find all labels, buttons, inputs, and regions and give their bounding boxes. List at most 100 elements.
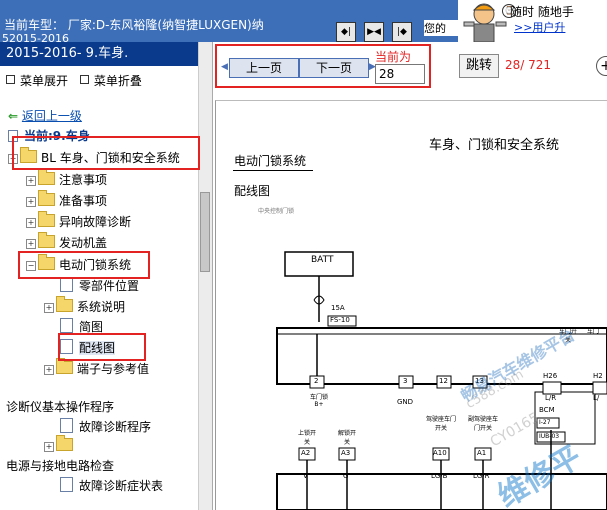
pin-label: 2: [314, 377, 319, 385]
highlight-box: [18, 251, 150, 279]
switch-label: 驾驶座车门开关: [425, 416, 456, 432]
back-link[interactable]: 返回上一级: [22, 109, 82, 123]
tree-item-scan-tool-procedure[interactable]: 诊断仪基本操作程序: [6, 397, 114, 417]
expand-toggle-icon[interactable]: +: [44, 365, 54, 375]
ad-line-1: 随时 随地手: [510, 5, 574, 19]
h-pin-label: H2: [593, 372, 603, 380]
tree-item-label: 零部件位置: [79, 279, 140, 293]
bcm-label: BCM: [539, 406, 555, 414]
document-icon: [60, 277, 73, 292]
bottom-pin-label: A1: [477, 449, 487, 457]
section-underline: [233, 170, 313, 171]
expand-toggle-icon[interactable]: +: [26, 197, 36, 207]
folder-icon: [38, 190, 55, 206]
page-nav-box: ◀ 上一页 下一页 ▶ 当前为: [215, 44, 431, 88]
highlight-box: [12, 136, 200, 170]
tree-scrollbar-thumb[interactable]: [200, 192, 210, 272]
tree-item-component-location[interactable]: 零部件位置: [60, 276, 139, 296]
wire-color: V: [303, 472, 308, 480]
h-pin-color: L/: [593, 394, 600, 402]
tree-item-label: 故障诊断程序: [79, 420, 152, 434]
wire-color: G: [343, 472, 349, 480]
tree-title: 2015-2016- 9.车身.: [0, 42, 198, 66]
tree-item-precautions[interactable]: + 注意事项: [26, 169, 108, 190]
document-icon: [60, 318, 73, 333]
switch-label: 解锁开关: [337, 430, 356, 446]
folder-icon: [38, 169, 55, 185]
batt-label: BATT: [311, 255, 334, 265]
toolbar-middle-icon[interactable]: ▶◀: [364, 22, 384, 42]
expand-toggle-icon[interactable]: +: [26, 176, 36, 186]
bottom-pin-label: A2: [301, 449, 311, 457]
prev-page-button[interactable]: 上一页: [229, 58, 299, 78]
tree-item-label: 异响故障诊断: [59, 215, 132, 229]
content-pane: ◀ 上一页 下一页 ▶ 当前为 跳转 28/ 721 + 车身、门锁和安全系统 …: [213, 42, 607, 510]
pin-label: 12: [439, 377, 448, 385]
tree-item-folder-unnamed[interactable]: +: [44, 435, 77, 456]
tree-item-label: 准备事项: [59, 194, 108, 208]
tree-item-preparation[interactable]: + 准备事项: [26, 190, 108, 211]
back-link-row[interactable]: ⇐ 返回上一级: [8, 106, 82, 126]
section-title: 电动门锁系统: [234, 154, 307, 168]
current-page-label: 当前为: [375, 50, 412, 64]
tree-item-label: 发动机盖: [59, 236, 108, 250]
tree-item-terminals[interactable]: + 端子与参考值: [44, 358, 150, 379]
diagram-note: 中央控制门锁: [258, 208, 295, 215]
tree-item-label: 诊断仪基本操作程序: [6, 400, 115, 414]
bottom-pin-label: A10: [433, 449, 447, 457]
folder-icon: [56, 296, 73, 312]
wire-color: LG/B: [431, 472, 448, 480]
document-icon: [60, 477, 73, 492]
ad-upgrade-link[interactable]: >>用户升: [514, 19, 565, 35]
top-banner: 当前车型： 厂家:D-东风裕隆(纳智捷LUXGEN)纳 52015-2016 ◆…: [0, 0, 607, 42]
vehicle-line: 当前车型： 厂家:D-东风裕隆(纳智捷LUXGEN)纳: [4, 18, 264, 32]
folder-icon: [56, 435, 73, 451]
wire-color: LG/R: [473, 472, 490, 480]
tree-pane: 2015-2016- 9.车身. 菜单展开 菜单折叠 ⇐ 返回上一级 当前:9.…: [0, 42, 213, 510]
highlight-box: [58, 333, 146, 361]
tree-item-label: 注意事项: [59, 173, 108, 187]
side-label: 车门: [587, 328, 600, 335]
subsection-title: 配线图: [234, 184, 271, 198]
zoom-in-icon[interactable]: +: [596, 56, 607, 76]
next-page-button[interactable]: 下一页: [299, 58, 369, 78]
tree-item-noise-diagnosis[interactable]: + 异响故障诊断: [26, 211, 132, 232]
jump-button[interactable]: 跳转: [459, 54, 499, 78]
tree-item-system-description[interactable]: + 系统说明: [44, 296, 126, 317]
expand-square-icon: [6, 75, 15, 84]
page-count: 28/ 721: [505, 58, 552, 72]
expand-toggle-icon[interactable]: +: [44, 442, 54, 452]
toolbar-first-icon[interactable]: ◆|: [336, 22, 356, 42]
tree-item-symptom-table[interactable]: 故障诊断症状表: [60, 476, 163, 496]
pin-function-label: 车门锁 B+: [309, 394, 328, 408]
menu-expand-link[interactable]: 菜单展开: [20, 74, 68, 88]
switch-label: 副驾驶座车门开关: [467, 416, 498, 432]
switch-label: 上锁开关: [297, 430, 316, 446]
folder-icon: [38, 211, 55, 227]
expand-toggle-icon[interactable]: +: [26, 218, 36, 228]
menu-collapse-link[interactable]: 菜单折叠: [94, 74, 142, 88]
fuse-rating: 15A: [331, 304, 345, 312]
tree-scrollbar[interactable]: [198, 42, 212, 510]
toolbar-last-icon[interactable]: |◆: [392, 22, 412, 42]
pin-function-label: GND: [397, 398, 414, 406]
fuse-id: FS-10: [330, 316, 350, 324]
tree-item-fault-diagnosis-procedure[interactable]: 故障诊断程序: [60, 417, 151, 437]
menu-row: 菜单展开 菜单折叠: [6, 72, 142, 89]
h-pin-color: L/R: [545, 394, 557, 402]
expand-toggle-icon[interactable]: +: [44, 303, 54, 313]
folder-icon: [38, 232, 55, 248]
folder-icon: [56, 358, 73, 374]
h-pin-label: H26: [543, 372, 558, 380]
bottom-pin-label: A3: [341, 449, 351, 457]
pin-label: 3: [403, 377, 408, 385]
tree-item-label: 简图: [79, 320, 104, 334]
tree-item-hood[interactable]: + 发动机盖: [26, 232, 108, 253]
expand-toggle-icon[interactable]: +: [26, 239, 36, 249]
tree-item-label: 系统说明: [77, 300, 126, 314]
tree-item-label: 端子与参考值: [77, 362, 150, 376]
tree-item-label: 电源与接地电路检查: [6, 459, 115, 473]
tree-item-power-ground-check[interactable]: 电源与接地电路检查: [6, 456, 114, 476]
page-number-input[interactable]: [375, 64, 425, 84]
collapse-square-icon: [79, 75, 89, 84]
